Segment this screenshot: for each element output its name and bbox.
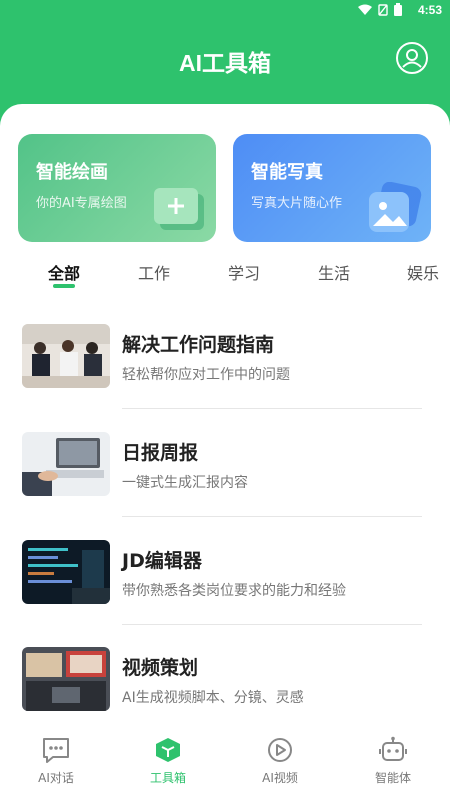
item-subtitle: 一键式生成汇报内容 <box>122 475 248 491</box>
item-thumbnail <box>22 540 110 604</box>
page-title: AI工具箱 <box>179 50 271 76</box>
ai-painting-card[interactable]: 智能绘画 你的AI专属绘图 <box>18 134 216 242</box>
bottom-nav: AI对话 工具箱 AI视频 智能体 <box>0 732 450 800</box>
status-bar: 4:53 <box>0 0 450 22</box>
app-header: AI工具箱 <box>0 36 450 86</box>
photo-icon <box>369 182 422 232</box>
nav-label: 工具箱 <box>149 771 186 785</box>
ai-portrait-card[interactable]: 智能写真 写真大片随心作 <box>233 134 431 242</box>
nav-agent[interactable]: 智能体 <box>348 736 438 786</box>
user-icon <box>402 49 422 68</box>
play-icon <box>268 738 292 762</box>
nav-label: 智能体 <box>374 771 411 785</box>
image-add-icon <box>154 188 204 230</box>
item-title: 日报周报 <box>122 442 199 464</box>
item-thumbnail <box>22 647 110 711</box>
no-sim-icon <box>378 3 388 16</box>
tab-indicator <box>53 284 75 288</box>
divider <box>122 624 422 625</box>
profile-button[interactable] <box>396 42 428 74</box>
status-icons <box>358 3 402 16</box>
list-item-work-guide[interactable]: 解决工作问题指南 轻松帮你应对工作中的问题 <box>22 324 422 404</box>
item-subtitle: 轻松帮你应对工作中的问题 <box>122 367 290 383</box>
nav-toolbox[interactable]: 工具箱 <box>123 736 213 786</box>
tab-life[interactable]: 生活 <box>318 260 350 284</box>
tab-entertainment[interactable]: 娱乐 <box>407 260 439 284</box>
item-subtitle: AI生成视频脚本、分镜、灵感 <box>122 690 304 706</box>
list-item-daily-report[interactable]: 日报周报 一键式生成汇报内容 <box>22 432 422 512</box>
card-subtitle: 写真大片随心作 <box>251 196 343 211</box>
wifi-icon <box>358 4 372 15</box>
card-title: 智能写真 <box>251 162 323 183</box>
nav-label: AI视频 <box>262 771 298 785</box>
divider <box>122 408 422 409</box>
item-title: 解决工作问题指南 <box>122 334 275 356</box>
status-time: 4:53 <box>417 3 442 17</box>
item-title: 视频策划 <box>122 657 199 679</box>
nav-ai-video[interactable]: AI视频 <box>235 736 325 786</box>
robot-icon <box>379 736 407 761</box>
list-item-video-planning[interactable]: 视频策划 AI生成视频脚本、分镜、灵感 <box>22 647 422 727</box>
category-tabs: 全部 工作 学习 生活 娱乐 <box>0 256 450 296</box>
card-title: 智能绘画 <box>36 162 108 183</box>
battery-icon <box>394 3 402 16</box>
tab-study[interactable]: 学习 <box>228 260 260 284</box>
nav-label: AI对话 <box>38 771 74 785</box>
nav-ai-chat[interactable]: AI对话 <box>11 736 101 786</box>
list-item-jd-editor[interactable]: JD编辑器 带你熟悉各类岗位要求的能力和经验 <box>22 540 422 620</box>
item-title: JD编辑器 <box>122 550 202 572</box>
tab-all[interactable]: 全部 <box>48 260 80 284</box>
chat-icon <box>43 738 69 763</box>
item-thumbnail <box>22 324 110 388</box>
card-subtitle: 你的AI专属绘图 <box>36 196 127 211</box>
item-subtitle: 带你熟悉各类岗位要求的能力和经验 <box>122 583 346 599</box>
toolbox-icon <box>156 738 180 762</box>
item-thumbnail <box>22 432 110 496</box>
content-sheet: 智能绘画 你的AI专属绘图 智能写真 写真大片随心作 全部 工作 学习 生活 娱… <box>0 104 450 800</box>
tab-work[interactable]: 工作 <box>138 260 170 284</box>
divider <box>122 516 422 517</box>
